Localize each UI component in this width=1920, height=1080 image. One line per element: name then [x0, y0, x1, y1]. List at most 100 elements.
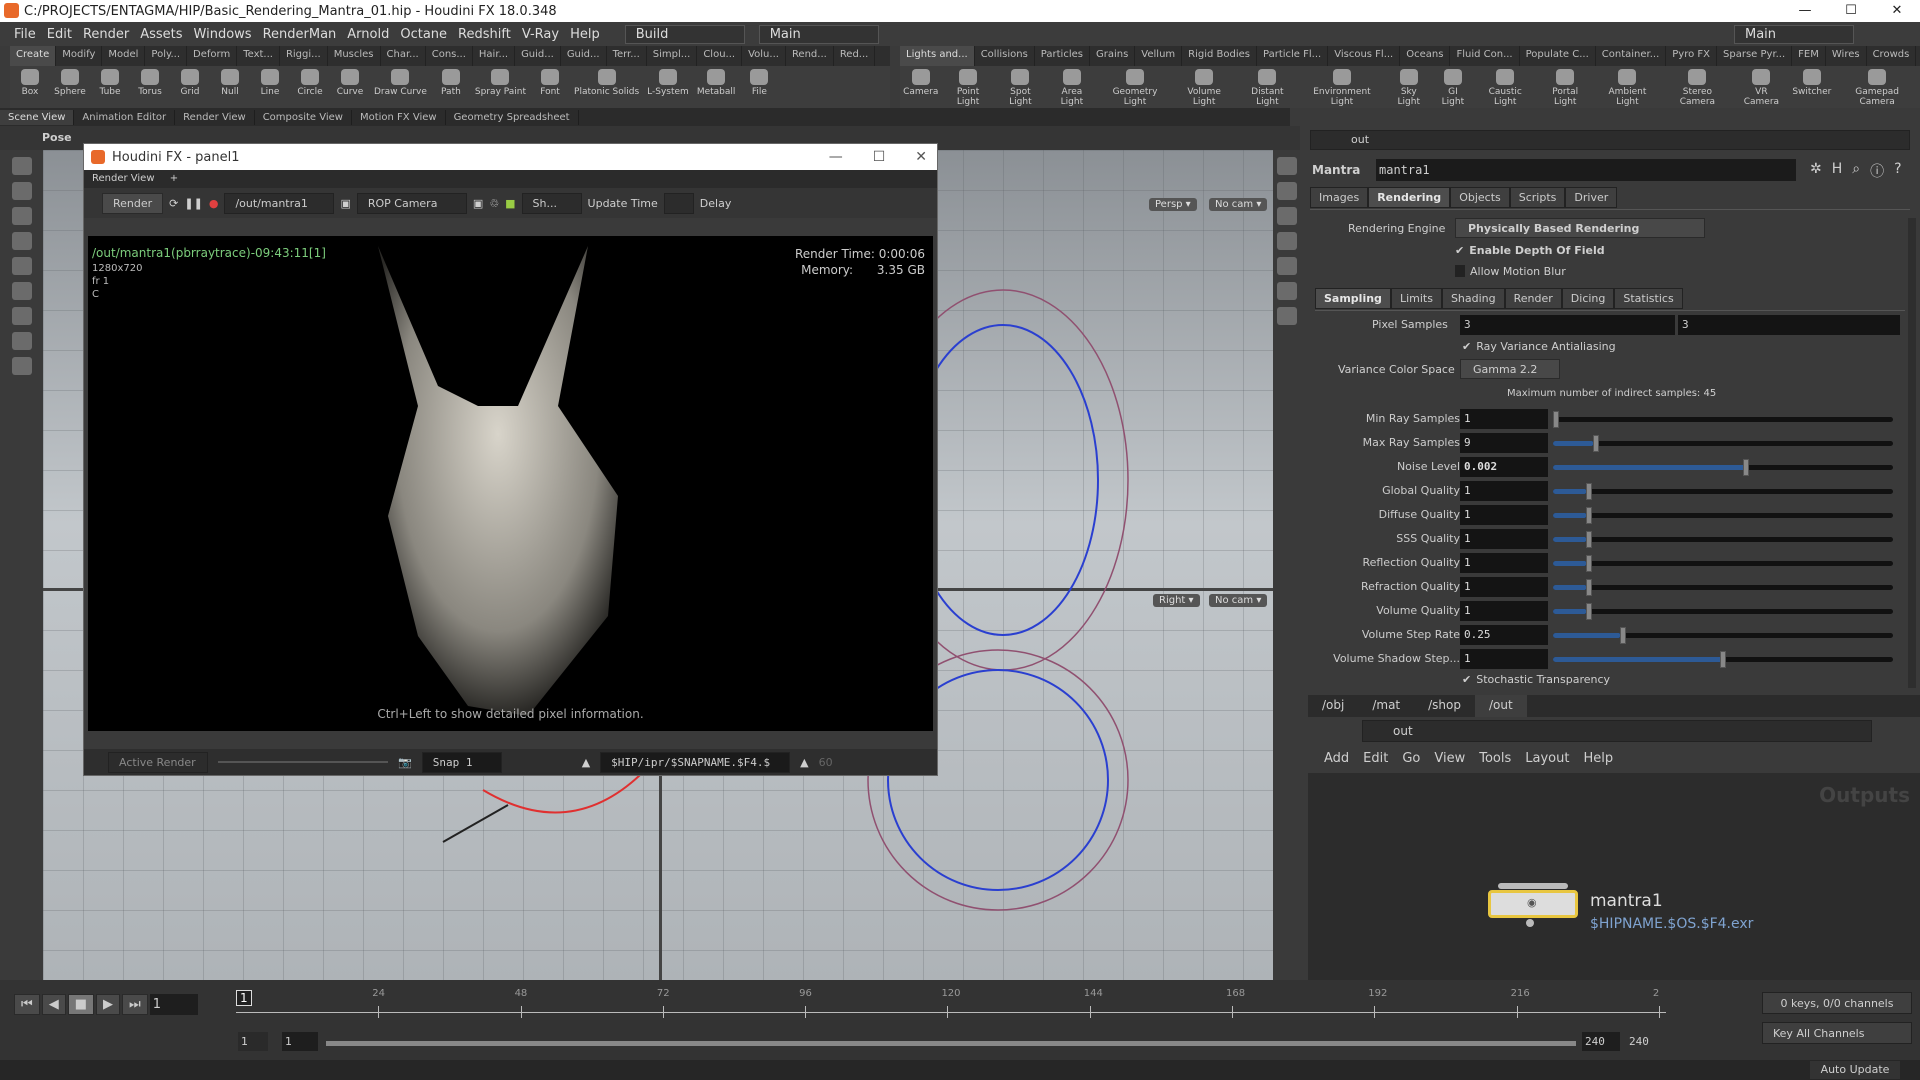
menu-file[interactable]: File	[14, 27, 36, 42]
current-frame-marker[interactable]: 1	[236, 990, 252, 1006]
ghost-icon[interactable]	[1276, 257, 1297, 275]
stop-render-icon[interactable]: ●	[209, 197, 219, 210]
shelf-tab-volu[interactable]: Volu...	[742, 46, 786, 66]
pixel-samples-x-field[interactable]: 3	[1460, 315, 1675, 335]
tab-render-view[interactable]: Render View	[175, 109, 255, 125]
shelf-tool-distant-light[interactable]: Distant Light	[1236, 69, 1299, 107]
param-subtab-statistics[interactable]: Statistics	[1614, 288, 1683, 309]
shelf-tab-sparse-pyr[interactable]: Sparse Pyr...	[1717, 46, 1793, 66]
menu-windows[interactable]: Windows	[194, 27, 252, 42]
jump-end-button[interactable]: ⏭	[122, 994, 148, 1015]
network-menu-view[interactable]: View	[1434, 751, 1465, 766]
shelf-tool-draw-curve[interactable]: Draw Curve	[370, 69, 431, 97]
shelf-tool-spot-light[interactable]: Spot Light	[995, 69, 1046, 107]
tab-animation-editor[interactable]: Animation Editor	[74, 109, 176, 125]
rendering-engine-select[interactable]: Physically Based Rendering	[1455, 218, 1705, 238]
network-path-field[interactable]: out	[1362, 720, 1872, 742]
recycle-icon[interactable]: ♲	[489, 197, 499, 210]
shelf-tool-platonic-solids[interactable]: Platonic Solids	[570, 69, 643, 97]
enable-dof-checkbox[interactable]: ✔ Enable Depth Of Field	[1455, 244, 1605, 257]
tab-geometry-spreadsheet[interactable]: Geometry Spreadsheet	[446, 109, 579, 125]
range-end-field[interactable]: 240	[1626, 1032, 1662, 1051]
param-path-field[interactable]: out	[1310, 130, 1910, 150]
tab-render-view[interactable]: Render View	[92, 173, 155, 184]
shelf-tab-muscles[interactable]: Muscles	[328, 46, 381, 66]
param-value-field[interactable]: 1	[1460, 505, 1548, 525]
param-subtab-render[interactable]: Render	[1504, 288, 1562, 309]
shelf-tool-spray-paint[interactable]: Spray Paint	[471, 69, 530, 97]
param-slider[interactable]	[1553, 411, 1893, 428]
param-value-field[interactable]: 1	[1460, 481, 1548, 501]
shelf-tab-hair[interactable]: Hair...	[473, 46, 516, 66]
shelf-tab-clou[interactable]: Clou...	[697, 46, 743, 66]
show-select[interactable]: Sh...	[521, 192, 582, 214]
shelf-tool-vr-camera[interactable]: VR Camera	[1733, 69, 1789, 107]
shelf-tool-stereo-camera[interactable]: Stereo Camera	[1661, 69, 1733, 107]
gear-icon[interactable]: ✲	[1810, 161, 1822, 181]
stop-button[interactable]: ■	[67, 994, 94, 1015]
shelf-tab-pyro-fx[interactable]: Pyro FX	[1666, 46, 1718, 66]
close-button[interactable]: ✕	[1874, 0, 1920, 22]
param-tab-scripts[interactable]: Scripts	[1509, 187, 1566, 208]
keys-channels-display[interactable]: 0 keys, 0/0 channels	[1762, 992, 1912, 1014]
snapshot-slider[interactable]	[218, 761, 388, 763]
param-value-field[interactable]: 0.25	[1460, 625, 1548, 645]
menu-assets[interactable]: Assets	[140, 27, 182, 42]
active-render-select[interactable]: Active Render	[108, 751, 208, 773]
view-tool-icon[interactable]	[11, 307, 32, 325]
ray-variance-checkbox[interactable]: ✔ Ray Variance Antialiasing	[1462, 340, 1616, 353]
pick-camera-icon[interactable]: ▣	[473, 197, 483, 210]
param-subtab-shading[interactable]: Shading	[1441, 288, 1505, 309]
add-tab-button[interactable]: +	[170, 173, 178, 184]
param-value-field[interactable]: 1	[1460, 601, 1548, 621]
magnet-tool-icon[interactable]	[11, 357, 32, 375]
menu-edit[interactable]: Edit	[47, 27, 72, 42]
range-slider[interactable]	[326, 1041, 1576, 1046]
shelf-tool-environment-light[interactable]: Environment Light	[1299, 69, 1385, 107]
shelf-tool-switcher[interactable]: Switcher	[1789, 69, 1834, 97]
shelf-tab-rend[interactable]: Rend...	[786, 46, 834, 66]
search-icon[interactable]: ⌕	[1852, 161, 1860, 181]
network-tab-out[interactable]: /out	[1475, 695, 1527, 717]
slider-handle[interactable]	[1586, 555, 1593, 572]
shelf-tool-gi-light[interactable]: GI Light	[1432, 69, 1473, 107]
menu-help[interactable]: Help	[570, 27, 600, 42]
move-tool-icon[interactable]	[11, 182, 32, 200]
network-menu-add[interactable]: Add	[1324, 751, 1349, 766]
camera-menu-bottom[interactable]: No cam ▾	[1209, 594, 1268, 607]
tab-scene-view[interactable]: Scene View	[0, 109, 75, 125]
mantra-node[interactable]: ◉	[1488, 890, 1578, 918]
desktop-build-select[interactable]: Build	[624, 24, 745, 44]
shelf-tab-red[interactable]: Red...	[834, 46, 876, 66]
network-menu-layout[interactable]: Layout	[1525, 751, 1569, 766]
menu-renderman[interactable]: RenderMan	[263, 27, 337, 42]
shelf-tab-create[interactable]: Create	[10, 46, 57, 66]
shelf-tab-guid[interactable]: Guid...	[561, 46, 607, 66]
range-start-field[interactable]: 1	[238, 1032, 268, 1051]
network-menu-edit[interactable]: Edit	[1363, 751, 1388, 766]
desktop-main-select[interactable]: Main	[758, 24, 879, 44]
shelf-tool-ambient-light[interactable]: Ambient Light	[1593, 69, 1661, 107]
stochastic-transparency-checkbox[interactable]: ✔ Stochastic Transparency	[1462, 673, 1610, 687]
menu-octane[interactable]: Octane	[400, 27, 447, 42]
help-icon[interactable]: ?	[1894, 161, 1901, 181]
shelf-tool-gamepad-camera[interactable]: Gamepad Camera	[1834, 69, 1920, 107]
key-mode-select[interactable]: Key All Channels	[1762, 1022, 1912, 1044]
snapshot-path-field[interactable]: $HIP/ipr/$SNAPNAME.$F4.$	[600, 751, 791, 773]
shelf-tool-box[interactable]: Box	[10, 69, 50, 97]
menu-render[interactable]: Render	[83, 27, 129, 42]
shelf-tool-curve[interactable]: Curve	[330, 69, 370, 97]
slider-handle[interactable]	[1586, 603, 1593, 620]
display-option-icon[interactable]	[1276, 157, 1297, 175]
desktop-right-select[interactable]: Main	[1734, 24, 1854, 44]
slider-handle[interactable]	[1586, 579, 1593, 596]
select-tool-icon[interactable]	[11, 157, 32, 175]
param-tab-driver[interactable]: Driver	[1565, 187, 1618, 208]
shelf-tool-area-light[interactable]: Area Light	[1046, 69, 1098, 107]
shelf-tab-viscous-fl[interactable]: Viscous Fl...	[1328, 46, 1401, 66]
network-tab-shop[interactable]: /shop	[1414, 695, 1475, 717]
tab-composite-view[interactable]: Composite View	[255, 109, 352, 125]
current-frame-field[interactable]: 1	[149, 994, 198, 1015]
update-mode-select[interactable]: Auto Update	[1810, 1061, 1900, 1079]
shelf-tool-path[interactable]: Path	[431, 69, 471, 97]
